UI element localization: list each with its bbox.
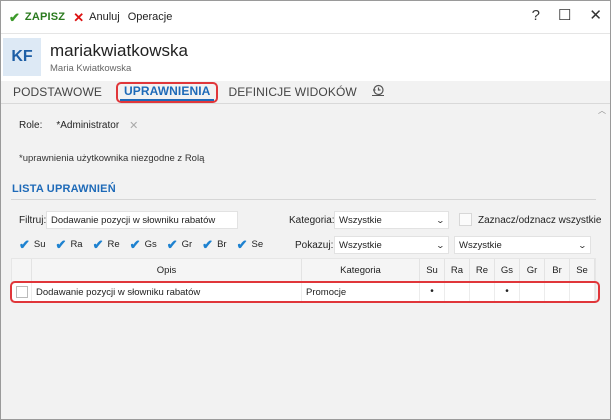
toolbar: ✔ ZAPISZ ✕ Anuluj Operacje ? ☐ ✕: [1, 1, 610, 33]
cell-gs[interactable]: •: [495, 282, 520, 302]
header-kategoria[interactable]: Kategoria: [302, 259, 420, 281]
cell-se[interactable]: [570, 282, 595, 302]
user-full-name: Maria Kwiatkowska: [50, 63, 132, 74]
show-value-secondary: Wszystkie: [459, 239, 502, 251]
user-login: mariakwiatkowska: [50, 41, 188, 60]
day-checkbox-re[interactable]: ✔ Re: [93, 238, 120, 251]
operations-label: Operacje: [127, 11, 173, 23]
table-row[interactable]: Dodawanie pozycji w słowniku rabatów Pro…: [12, 282, 595, 302]
header-select-col: [12, 259, 32, 281]
header-su[interactable]: Su: [420, 259, 445, 281]
toggle-all-label: Zaznacz/odznacz wszystkie: [478, 215, 602, 226]
remove-role-icon[interactable]: ✕: [129, 119, 138, 132]
header-gs[interactable]: Gs: [495, 259, 520, 281]
header-br[interactable]: Br: [545, 259, 570, 281]
check-icon: ✔: [236, 237, 248, 252]
row-checkbox[interactable]: [16, 286, 28, 298]
user-header: KF mariakwiatkowska Maria Kwiatkowska: [1, 33, 610, 81]
row-select-cell: [12, 282, 32, 302]
header-se[interactable]: Se: [570, 259, 595, 281]
category-value: Wszystkie: [339, 214, 382, 226]
operations-menu[interactable]: Operacje: [124, 6, 177, 28]
check-icon: ✔: [92, 237, 104, 252]
day-label: Gr: [181, 239, 193, 250]
avatar: KF: [3, 38, 41, 76]
tab-highlight-box: UPRAWNIENIA: [116, 81, 219, 103]
roles-row: Role: *Administrator ✕: [19, 119, 138, 132]
day-label: Gs: [144, 239, 157, 250]
chevron-down-icon: ⌄: [435, 215, 446, 225]
day-checkboxes: ✔ Su ✔ Ra ✔ Re ✔ Gs ✔ Gr ✔ Br ✔ Se: [19, 238, 273, 251]
filter-label: Filtruj:: [19, 214, 47, 226]
check-icon: ✔: [129, 237, 141, 252]
section-divider: [11, 199, 596, 200]
history-icon[interactable]: [371, 84, 385, 100]
day-checkbox-se[interactable]: ✔ Se: [237, 238, 264, 251]
show-select-secondary[interactable]: Wszystkie ⌄: [454, 236, 591, 254]
day-checkbox-ra[interactable]: ✔ Ra: [56, 238, 83, 251]
help-button[interactable]: ?: [532, 7, 540, 25]
permissions-table: Opis Kategoria Su Ra Re Gs Gr Br Se Doda…: [11, 258, 596, 303]
x-icon: ✕: [73, 9, 85, 25]
day-checkbox-br[interactable]: ✔ Br: [202, 238, 226, 251]
scroll-up-icon[interactable]: ︿: [598, 105, 606, 116]
cell-re[interactable]: [470, 282, 495, 302]
tab-uprawnienia[interactable]: UPRAWNIENIA: [120, 84, 215, 101]
category-label: Kategoria:: [289, 215, 335, 226]
toggle-all-checkbox[interactable]: [459, 213, 472, 226]
tab-definicje-widokow[interactable]: DEFINICJE WIDOKÓW: [224, 85, 360, 99]
cell-br[interactable]: [545, 282, 570, 302]
cell-opis: Dodawanie pozycji w słowniku rabatów: [32, 282, 302, 302]
filter-input[interactable]: Dodawanie pozycji w słowniku rabatów: [46, 211, 238, 229]
chevron-down-icon: ⌄: [435, 240, 446, 250]
roles-label: Role:: [19, 120, 43, 131]
header-re[interactable]: Re: [470, 259, 495, 281]
permission-dot: •: [505, 286, 509, 297]
cell-ra[interactable]: [445, 282, 470, 302]
save-label: ZAPISZ: [24, 11, 66, 23]
table-header: Opis Kategoria Su Ra Re Gs Gr Br Se: [12, 259, 595, 282]
header-ra[interactable]: Ra: [445, 259, 470, 281]
save-button[interactable]: ✔ ZAPISZ: [5, 6, 69, 28]
show-value: Wszystkie: [339, 239, 382, 251]
day-checkbox-gr[interactable]: ✔ Gr: [167, 238, 192, 251]
role-value: *Administrator: [56, 120, 120, 131]
day-label: Br: [217, 239, 227, 250]
day-label: Re: [107, 239, 120, 250]
header-opis[interactable]: Opis: [32, 259, 302, 281]
header-gr[interactable]: Gr: [520, 259, 545, 281]
close-button[interactable]: ✕: [589, 7, 602, 25]
check-icon: ✔: [166, 237, 178, 252]
chevron-down-icon: ⌄: [577, 240, 588, 250]
show-label: Pokazuj:: [295, 240, 334, 251]
day-label: Su: [33, 239, 46, 250]
check-icon: ✔: [55, 237, 67, 252]
section-title: LISTA UPRAWNIEŃ: [12, 183, 116, 195]
day-checkbox-su[interactable]: ✔ Su: [19, 238, 46, 251]
cancel-button[interactable]: ✕ Anuluj: [69, 6, 123, 28]
roles-note: *uprawnienia użytkownika niezgodne z Rol…: [19, 153, 205, 164]
tab-bar: PODSTAWOWE UPRAWNIENIA DEFINICJE WIDOKÓW: [1, 81, 610, 104]
maximize-button[interactable]: ☐: [558, 7, 571, 25]
window-controls: ? ☐ ✕: [532, 7, 602, 25]
day-label: Se: [251, 239, 264, 250]
day-checkbox-gs[interactable]: ✔ Gs: [130, 238, 157, 251]
tab-podstawowe[interactable]: PODSTAWOWE: [9, 85, 106, 99]
filter-label-row: Filtruj:: [19, 211, 46, 229]
check-icon: ✔: [19, 237, 30, 252]
category-select[interactable]: Wszystkie ⌄: [334, 211, 449, 229]
user-edit-window: ✔ ZAPISZ ✕ Anuluj Operacje ? ☐ ✕ KF mari…: [0, 0, 611, 420]
permission-dot: •: [430, 286, 434, 297]
show-select[interactable]: Wszystkie ⌄: [334, 236, 449, 254]
cell-gr[interactable]: [520, 282, 545, 302]
cell-su[interactable]: •: [420, 282, 445, 302]
cell-kategoria: Promocje: [302, 282, 420, 302]
cancel-label: Anuluj: [89, 11, 120, 23]
day-label: Ra: [70, 239, 83, 250]
check-icon: ✔: [9, 9, 20, 25]
check-icon: ✔: [202, 237, 214, 252]
